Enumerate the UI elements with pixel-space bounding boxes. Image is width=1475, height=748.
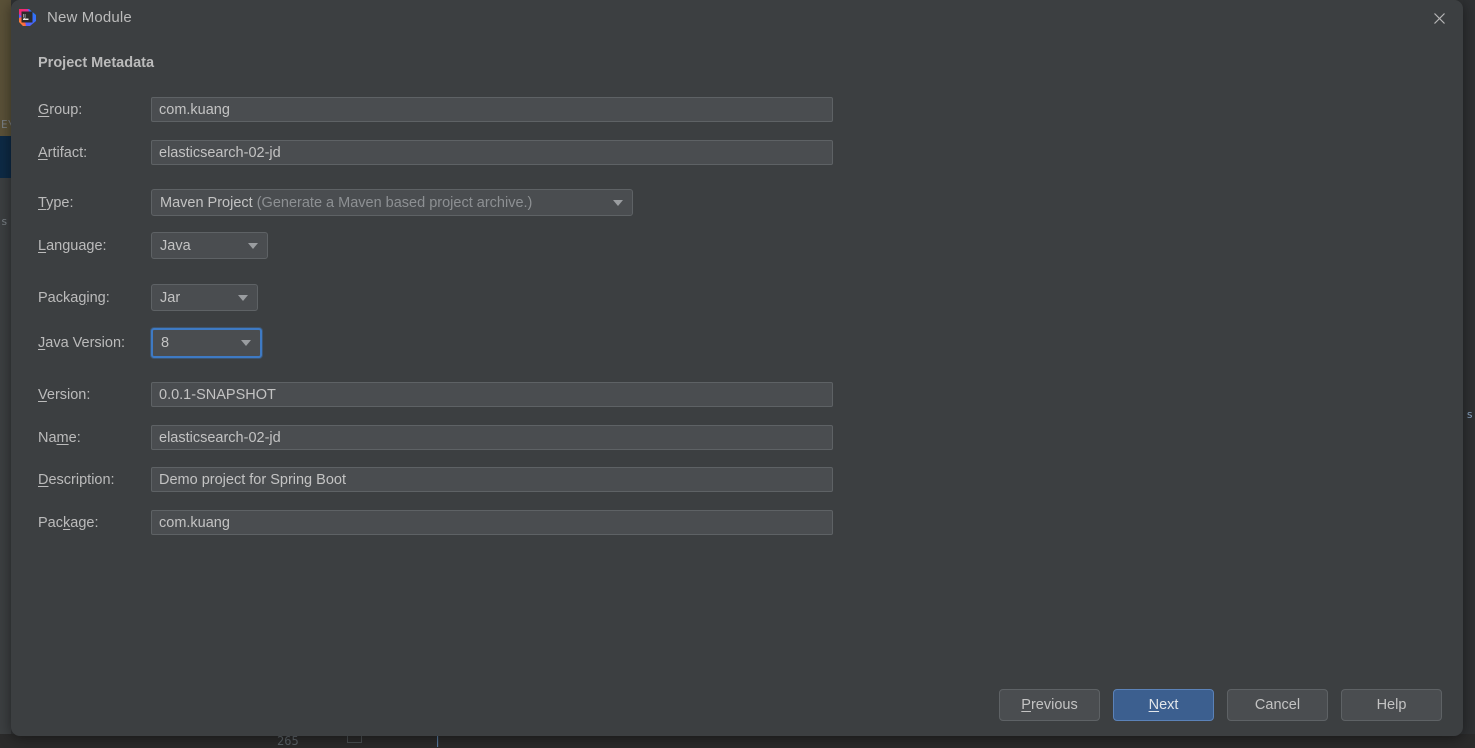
package-input[interactable] bbox=[151, 510, 833, 535]
chevron-down-icon bbox=[613, 199, 623, 206]
packaging-value: Jar bbox=[160, 289, 181, 306]
next-button[interactable]: Next bbox=[1113, 689, 1214, 721]
java-version-dropdown[interactable]: 8 bbox=[151, 327, 262, 358]
ide-right-panel bbox=[1463, 0, 1475, 746]
chevron-down-icon bbox=[238, 294, 248, 301]
label-version: Version: bbox=[38, 386, 91, 403]
label-package: Package: bbox=[38, 514, 99, 531]
type-hint: (Generate a Maven based project archive.… bbox=[256, 194, 533, 211]
dialog-title-bar: IJ New Module bbox=[11, 0, 1463, 37]
label-type: Type: bbox=[38, 194, 74, 211]
form-row-language: Language: Java bbox=[38, 232, 268, 259]
packaging-dropdown[interactable]: Jar bbox=[151, 284, 258, 311]
description-input[interactable] bbox=[151, 467, 833, 492]
dialog-button-bar: Previous Next Cancel Help bbox=[999, 689, 1442, 721]
artifact-input[interactable] bbox=[151, 140, 833, 165]
new-module-dialog: IJ New Module Project Metadata Group: Ar… bbox=[11, 0, 1463, 736]
language-value: Java bbox=[160, 237, 191, 254]
label-name: Name: bbox=[38, 429, 81, 446]
version-input[interactable] bbox=[151, 382, 833, 407]
form-row-version: Version: bbox=[38, 381, 833, 408]
ide-gutter-fragment: s bbox=[1, 215, 8, 228]
form-row-name: Name: bbox=[38, 424, 833, 451]
form-row-group: Group: bbox=[38, 96, 833, 123]
chevron-down-icon bbox=[248, 242, 258, 249]
form-row-java-version: Java Version: 8 bbox=[38, 327, 268, 358]
dialog-title: New Module bbox=[47, 9, 132, 26]
cancel-button[interactable]: Cancel bbox=[1227, 689, 1328, 721]
label-packaging: Packaging: bbox=[38, 289, 110, 306]
intellij-idea-icon: IJ bbox=[18, 8, 37, 27]
form-row-packaging: Packaging: Jar bbox=[38, 284, 268, 311]
java-version-value: 8 bbox=[161, 334, 170, 351]
ide-gutter-highlight-selected bbox=[0, 136, 11, 178]
name-input[interactable] bbox=[151, 425, 833, 450]
svg-text:IJ: IJ bbox=[23, 13, 26, 19]
page-title: Project Metadata bbox=[38, 55, 155, 71]
label-java-version: Java Version: bbox=[38, 334, 126, 351]
label-language: Language: bbox=[38, 237, 107, 254]
label-group: Group: bbox=[38, 101, 83, 118]
language-dropdown[interactable]: Java bbox=[151, 232, 268, 259]
dialog-content: Project Metadata Group: Artifact: Type: … bbox=[11, 37, 1463, 736]
previous-button[interactable]: Previous bbox=[999, 689, 1100, 721]
group-input[interactable] bbox=[151, 97, 833, 122]
ide-gutter-highlight-olive bbox=[0, 0, 11, 136]
type-value: Maven Project bbox=[160, 194, 253, 211]
chevron-down-icon bbox=[241, 339, 251, 346]
ide-gutter-background bbox=[0, 178, 11, 746]
type-dropdown[interactable]: Maven Project (Generate a Maven based pr… bbox=[151, 189, 633, 216]
form-row-type: Type: Maven Project (Generate a Maven ba… bbox=[38, 189, 633, 216]
close-icon[interactable] bbox=[1426, 7, 1452, 29]
form-row-description: Description: bbox=[38, 466, 833, 493]
label-description: Description: bbox=[38, 471, 115, 488]
form-row-package: Package: bbox=[38, 509, 833, 536]
form-row-artifact: Artifact: bbox=[38, 139, 833, 166]
ide-right-fragment: s bbox=[1466, 408, 1473, 421]
help-button[interactable]: Help bbox=[1341, 689, 1442, 721]
label-artifact: Artifact: bbox=[38, 144, 88, 161]
